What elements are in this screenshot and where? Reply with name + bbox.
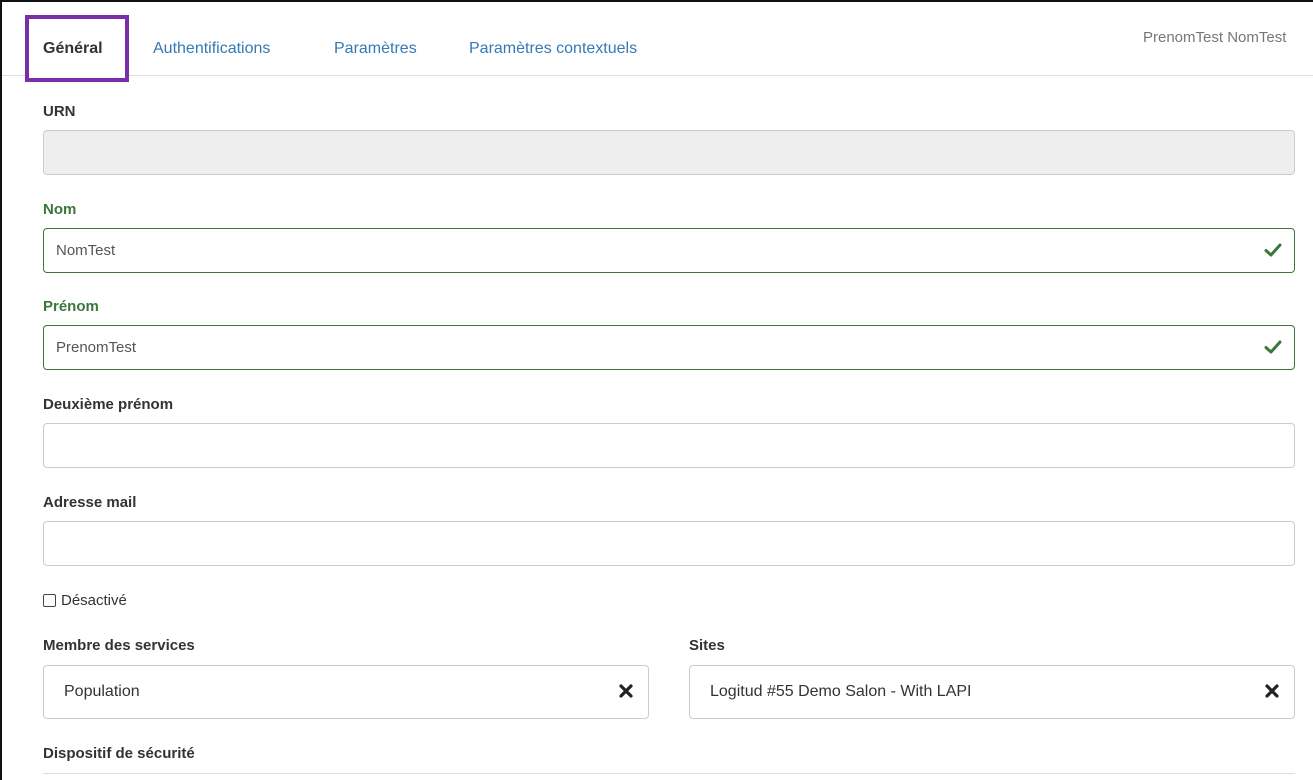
tab-parametres-contextuels[interactable]: Paramètres contextuels <box>469 40 637 58</box>
user-name: PrenomTest NomTest <box>1143 29 1287 46</box>
tab-bar <box>2 2 1313 76</box>
desactive-row[interactable]: Désactivé <box>43 592 127 609</box>
dispositif-securite-label: Dispositif de sécurité <box>43 745 195 762</box>
check-icon <box>1264 340 1282 354</box>
membre-services-label: Membre des services <box>43 637 195 654</box>
tab-parametres[interactable]: Paramètres <box>334 40 417 58</box>
tab-authentifications[interactable]: Authentifications <box>153 40 270 58</box>
nom-label: Nom <box>43 201 77 218</box>
nom-field[interactable]: NomTest <box>43 228 1295 273</box>
nom-value: NomTest <box>56 242 116 259</box>
adresse-mail-field[interactable] <box>43 521 1295 566</box>
deuxieme-prenom-field[interactable] <box>43 423 1295 468</box>
sites-value: Logitud #55 Demo Salon - With LAPI <box>710 683 972 700</box>
sites-select[interactable]: Logitud #55 Demo Salon - With LAPI <box>689 665 1295 719</box>
adresse-mail-label: Adresse mail <box>43 494 137 511</box>
tab-general[interactable]: Général <box>43 40 103 58</box>
window-frame <box>0 0 1313 780</box>
close-icon[interactable] <box>618 683 634 699</box>
desactive-checkbox[interactable] <box>43 594 56 607</box>
prenom-field[interactable]: PrenomTest <box>43 325 1295 370</box>
membre-services-value: Population <box>64 683 140 700</box>
urn-field <box>43 130 1295 175</box>
close-icon[interactable] <box>1264 683 1280 699</box>
desactive-label: Désactivé <box>61 592 127 609</box>
prenom-label: Prénom <box>43 298 99 315</box>
sites-label: Sites <box>689 637 725 654</box>
field-top-border <box>43 773 1295 774</box>
check-icon <box>1264 243 1282 257</box>
prenom-value: PrenomTest <box>56 339 137 356</box>
membre-services-select[interactable]: Population <box>43 665 649 719</box>
deuxieme-prenom-label: Deuxième prénom <box>43 396 174 413</box>
urn-label: URN <box>43 103 76 120</box>
